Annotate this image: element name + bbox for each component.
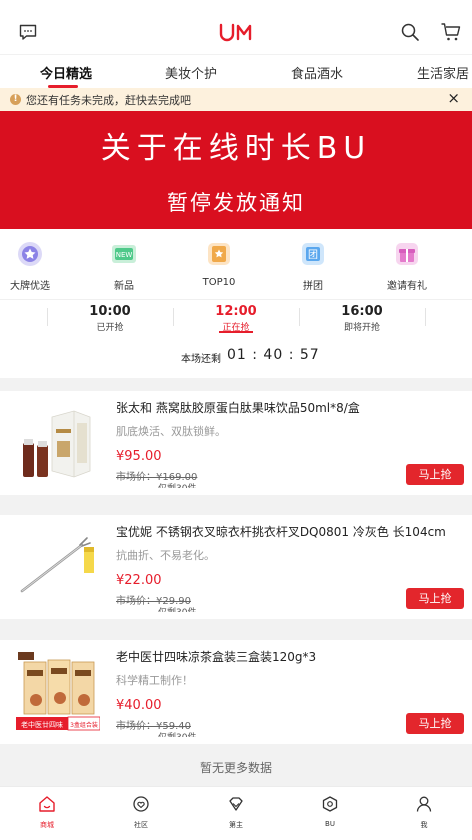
countdown-label: 本场还剩	[181, 354, 221, 365]
warning-icon: !	[10, 94, 21, 105]
product-card[interactable]: 宝优妮 不锈钢衣叉晾衣杆挑衣杆叉DQ0801 冷灰色 长104cm 抗曲折、不易…	[0, 515, 472, 619]
group-icon: 团	[302, 243, 324, 265]
banner-title: 关于在线时长BU	[100, 131, 372, 166]
user-icon	[416, 796, 432, 812]
nav-mall[interactable]: 商城	[17, 795, 77, 830]
buy-now-button[interactable]: 马上抢	[406, 588, 464, 609]
divider	[47, 308, 48, 326]
category-label: 邀请有礼	[387, 281, 427, 292]
category-new[interactable]: NEW 新品	[94, 241, 154, 292]
nav-shop-owner[interactable]: 第主	[206, 795, 266, 830]
product-subtitle: 肌底焕活、双肽锁鲜。	[116, 425, 226, 438]
category-group[interactable]: 团 拼团	[283, 241, 343, 292]
no-more-data: 暂无更多数据	[199, 761, 272, 775]
product-card[interactable]: 张太和 燕窝肽胶原蛋白肽果味饮品50ml*8/盒 肌底焕活、双肽锁鲜。 ¥95.…	[0, 391, 472, 495]
nav-bu[interactable]: BU	[300, 795, 360, 828]
bottom-nav: 商城 社区 第主 BU 我	[0, 786, 472, 840]
community-icon	[133, 796, 149, 812]
category-label: TOP10	[202, 277, 236, 288]
announcement-banner[interactable]: 关于在线时长BU 暂停发放通知	[0, 111, 472, 229]
product-price: ¥40.00	[116, 698, 162, 713]
time-slot[interactable]: 16:00 即将开抢	[312, 304, 412, 333]
time-slot[interactable]: 10:00 已开抢	[60, 304, 160, 333]
banner-subtitle: 暂停发放通知	[167, 191, 305, 215]
close-icon[interactable]: ×	[447, 89, 460, 107]
nav-label: 我	[420, 821, 428, 829]
category-tabs: 今日精选 美妆个护 食品酒水 生活家居	[0, 54, 472, 88]
product-image-tea-boxes: 老中医廿四味 3盒组合装	[16, 650, 100, 734]
slot-active-indicator	[219, 331, 253, 333]
image-caption: 老中医廿四味	[21, 720, 63, 729]
quick-categories: 大牌优选 NEW 新品 TOP10 团 拼团 邀请有礼	[0, 229, 472, 299]
product-subtitle: 抗曲折、不易老化。	[116, 549, 215, 562]
category-label: 拼团	[303, 281, 323, 292]
divider	[173, 308, 174, 326]
slot-time: 16:00	[341, 304, 383, 319]
countdown-value: 01 : 40 : 57	[227, 347, 320, 363]
buy-now-button[interactable]: 马上抢	[406, 713, 464, 734]
notice-text: 您还有任务未完成，赶快去完成吧	[26, 94, 191, 107]
slot-status: 已开抢	[96, 323, 124, 333]
tab-home[interactable]: 生活家居	[417, 63, 469, 82]
buy-now-button[interactable]: 马上抢	[406, 464, 464, 485]
product-remaining: 仅剩30件	[158, 730, 196, 737]
product-price: ¥22.00	[116, 573, 162, 588]
divider	[425, 308, 426, 326]
bu-icon	[322, 796, 338, 812]
product-title: 宝优妮 不锈钢衣叉晾衣杆挑衣杆叉DQ0801 冷灰色 长104cm	[116, 525, 446, 539]
search-icon[interactable]	[400, 22, 420, 42]
cart-icon[interactable]	[440, 22, 462, 42]
tab-today[interactable]: 今日精选	[40, 63, 92, 82]
svg-text:NEW: NEW	[116, 251, 133, 259]
category-label: 新品	[114, 281, 134, 292]
category-invite[interactable]: 邀请有礼	[377, 241, 437, 292]
svg-text:团: 团	[308, 249, 318, 261]
nav-label: 社区	[134, 821, 148, 829]
slot-time: 10:00	[89, 304, 131, 319]
new-tag-icon: NEW	[112, 245, 136, 263]
product-image-drink-box	[16, 401, 100, 485]
product-title: 老中医廿四味凉茶盒装三盒装120g*3	[116, 650, 317, 664]
nav-community[interactable]: 社区	[111, 795, 171, 830]
top-badge-icon	[208, 243, 230, 265]
diamond-icon	[229, 797, 243, 811]
divider	[299, 308, 300, 326]
flash-sale-timebar: 10:00 已开抢 12:00 正在抢 16:00 即将开抢	[0, 299, 472, 334]
nav-label: 第主	[229, 821, 243, 829]
um-logo	[219, 23, 252, 42]
product-subtitle: 科学精工制作！	[116, 674, 193, 687]
countdown: 本场还剩 01 : 40 : 57	[0, 334, 472, 378]
product-title: 张太和 燕窝肽胶原蛋白肽果味饮品50ml*8/盒	[116, 401, 360, 415]
image-caption-2: 3盒组合装	[70, 721, 98, 729]
home-icon	[39, 796, 55, 812]
slot-time: 12:00	[215, 304, 257, 319]
tab-beauty[interactable]: 美妆个护	[165, 63, 217, 82]
product-remaining: 仅剩30件	[158, 605, 196, 612]
product-remaining: 仅剩30件	[158, 481, 196, 488]
product-card[interactable]: 老中医廿四味 3盒组合装 老中医廿四味凉茶盒装三盒装120g*3 科学精工制作！…	[0, 640, 472, 744]
nav-label: 商城	[40, 821, 54, 829]
nav-label: BU	[325, 820, 335, 828]
message-icon[interactable]	[18, 22, 38, 42]
gift-icon	[396, 243, 418, 265]
category-label: 大牌优选	[10, 281, 50, 292]
nav-me[interactable]: 我	[394, 795, 454, 830]
product-price: ¥95.00	[116, 449, 162, 464]
time-slot-active[interactable]: 12:00 正在抢	[186, 304, 286, 333]
category-top10[interactable]: TOP10	[189, 241, 249, 288]
product-image-clothes-fork	[16, 525, 100, 609]
top-bar	[0, 0, 472, 54]
category-brand[interactable]: 大牌优选	[0, 241, 60, 292]
slot-status: 即将开抢	[343, 323, 380, 333]
star-badge-icon	[18, 242, 42, 266]
tab-food[interactable]: 食品酒水	[291, 63, 343, 82]
task-notice[interactable]: ! 您还有任务未完成，赶快去完成吧 ×	[0, 88, 472, 111]
